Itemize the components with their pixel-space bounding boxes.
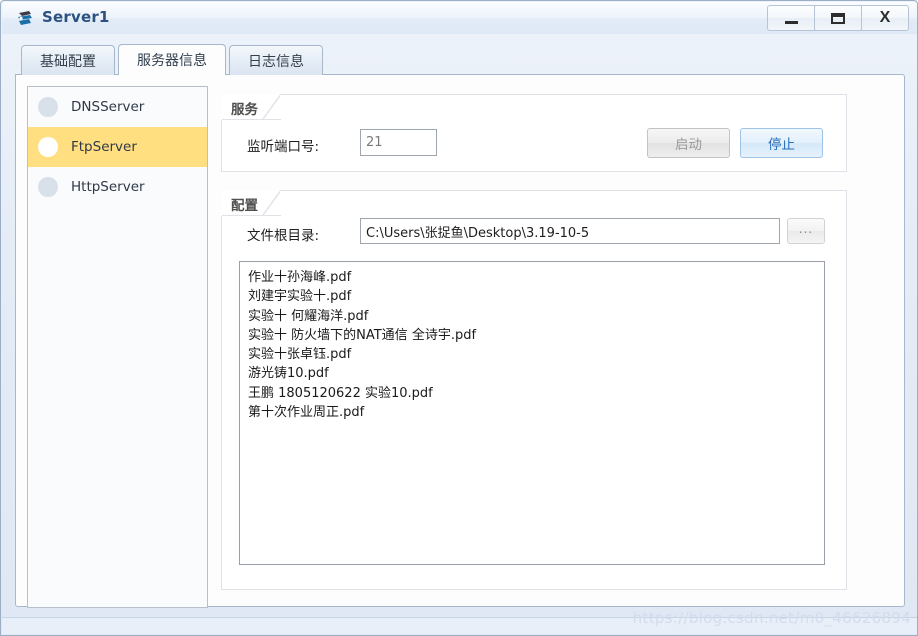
detail-pane: 服务 监听端口号: 21 启动 停止 配置 文件根目录: C:\Users\张捉… xyxy=(221,86,893,608)
group-title-underline xyxy=(222,215,281,216)
list-item[interactable]: 第十次作业周正.pdf xyxy=(248,403,818,422)
list-item[interactable]: 实验十 何耀海洋.pdf xyxy=(248,307,818,326)
tab-server-info[interactable]: 服务器信息 xyxy=(118,44,226,75)
list-item[interactable]: 王鹏 1805120622 实验10.pdf xyxy=(248,384,818,403)
stop-button[interactable]: 停止 xyxy=(740,128,823,158)
tab-label: 日志信息 xyxy=(248,53,304,70)
list-item[interactable]: 实验十张卓钰.pdf xyxy=(248,345,818,364)
port-label: 监听端口号: xyxy=(247,139,320,155)
service-group: 服务 监听端口号: 21 启动 停止 xyxy=(221,94,847,172)
tab-log-info[interactable]: 日志信息 xyxy=(229,45,323,75)
app-icon xyxy=(18,11,32,25)
server-list: DNSServer FtpServer HttpServer xyxy=(27,86,208,608)
window-title: Server1 xyxy=(42,8,110,26)
config-group-title: 配置 xyxy=(221,190,281,216)
minimize-button[interactable] xyxy=(767,5,815,31)
status-circle-icon xyxy=(38,137,58,157)
root-dir-label: 文件根目录: xyxy=(247,228,320,244)
status-circle-icon xyxy=(38,97,58,117)
sidebar-item-dnsserver[interactable]: DNSServer xyxy=(28,87,207,127)
maximize-icon xyxy=(831,12,845,24)
tab-basic-config[interactable]: 基础配置 xyxy=(21,45,115,75)
list-item[interactable]: 作业十孙海峰.pdf xyxy=(248,268,818,287)
watermark-text: https://blog.csdn.net/m0_46626894 xyxy=(632,609,911,627)
tab-strip: 基础配置 服务器信息 日志信息 xyxy=(21,44,326,75)
service-group-title: 服务 xyxy=(221,94,281,120)
close-icon: X xyxy=(879,9,891,26)
minimize-icon xyxy=(784,20,798,24)
close-button[interactable]: X xyxy=(861,5,909,31)
sidebar-item-httpserver[interactable]: HttpServer xyxy=(28,167,207,207)
tab-content-panel: DNSServer FtpServer HttpServer 服务 监听端口号:… xyxy=(15,74,905,608)
sidebar-item-label: DNSServer xyxy=(71,99,145,115)
file-list[interactable]: 作业十孙海峰.pdf 刘建宇实验十.pdf 实验十 何耀海洋.pdf 实验十 防… xyxy=(239,261,825,565)
port-input[interactable]: 21 xyxy=(360,129,437,156)
maximize-button[interactable] xyxy=(814,5,862,31)
list-item[interactable]: 刘建宇实验十.pdf xyxy=(248,287,818,306)
sidebar-item-label: FtpServer xyxy=(71,139,137,155)
status-circle-icon xyxy=(38,177,58,197)
config-group: 配置 文件根目录: C:\Users\张捉鱼\Desktop\3.19-10-5… xyxy=(221,190,847,590)
title-bar: Server1 X xyxy=(2,2,917,34)
list-item[interactable]: 实验十 防火墙下的NAT通信 全诗宇.pdf xyxy=(248,326,818,345)
group-title-underline xyxy=(222,119,281,120)
root-dir-input[interactable]: C:\Users\张捉鱼\Desktop\3.19-10-5 xyxy=(360,218,780,244)
sidebar-item-ftpserver[interactable]: FtpServer xyxy=(28,127,207,167)
window-controls: X xyxy=(767,5,909,31)
tab-label: 服务器信息 xyxy=(137,53,207,69)
list-item[interactable]: 游光铸10.pdf xyxy=(248,364,818,383)
application-window: Server1 X 基础配置 服务器信息 日志信息 DNSServer FtpS… xyxy=(0,0,918,636)
tab-label: 基础配置 xyxy=(40,53,96,70)
sidebar-item-label: HttpServer xyxy=(71,179,145,195)
start-button[interactable]: 启动 xyxy=(647,128,730,158)
browse-button[interactable]: ... xyxy=(787,218,825,244)
